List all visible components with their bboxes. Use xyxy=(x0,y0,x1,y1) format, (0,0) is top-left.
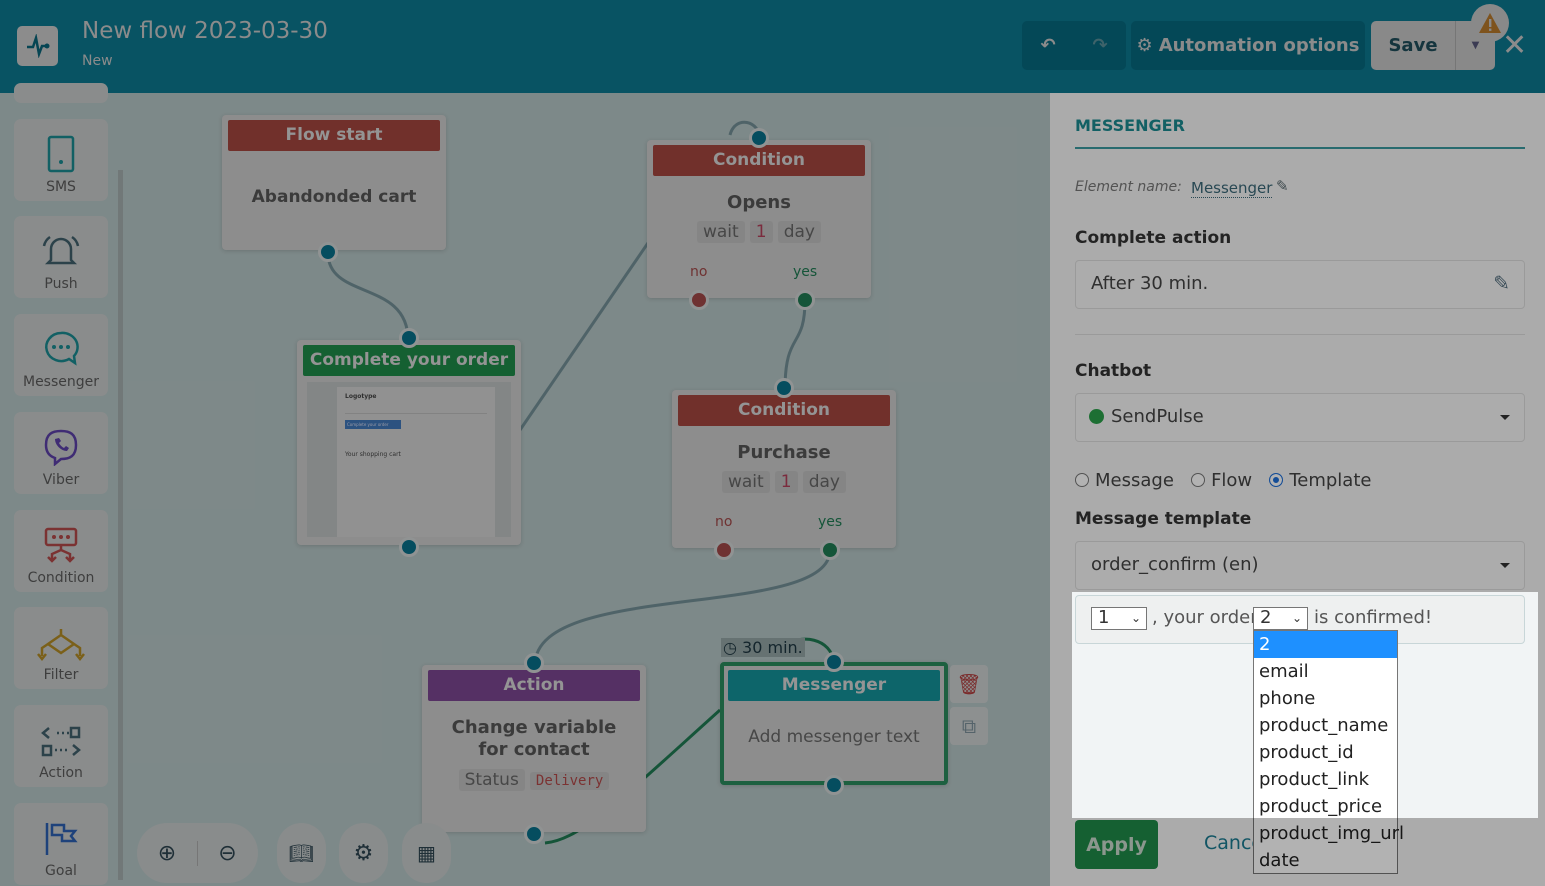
dim-overlay xyxy=(1538,592,1545,818)
template-text: is confirmed! xyxy=(1314,607,1433,628)
dim-overlay xyxy=(0,0,1545,592)
dim-overlay xyxy=(0,818,1545,886)
template-var-2-select[interactable]: 2 ⌄ xyxy=(1253,607,1308,630)
dropdown-option[interactable]: product_price xyxy=(1254,793,1397,820)
dropdown-option[interactable]: phone xyxy=(1254,685,1397,712)
dropdown-option[interactable]: product_id xyxy=(1254,739,1397,766)
dropdown-option[interactable]: email xyxy=(1254,658,1397,685)
dim-overlay xyxy=(0,592,1072,818)
dropdown-option[interactable]: product_name xyxy=(1254,712,1397,739)
dropdown-option[interactable]: 2 xyxy=(1254,631,1397,658)
template-text: , your order xyxy=(1152,607,1258,628)
template-var-1-select[interactable]: 1 ⌄ xyxy=(1091,607,1147,630)
dropdown-option[interactable]: product_link xyxy=(1254,766,1397,793)
